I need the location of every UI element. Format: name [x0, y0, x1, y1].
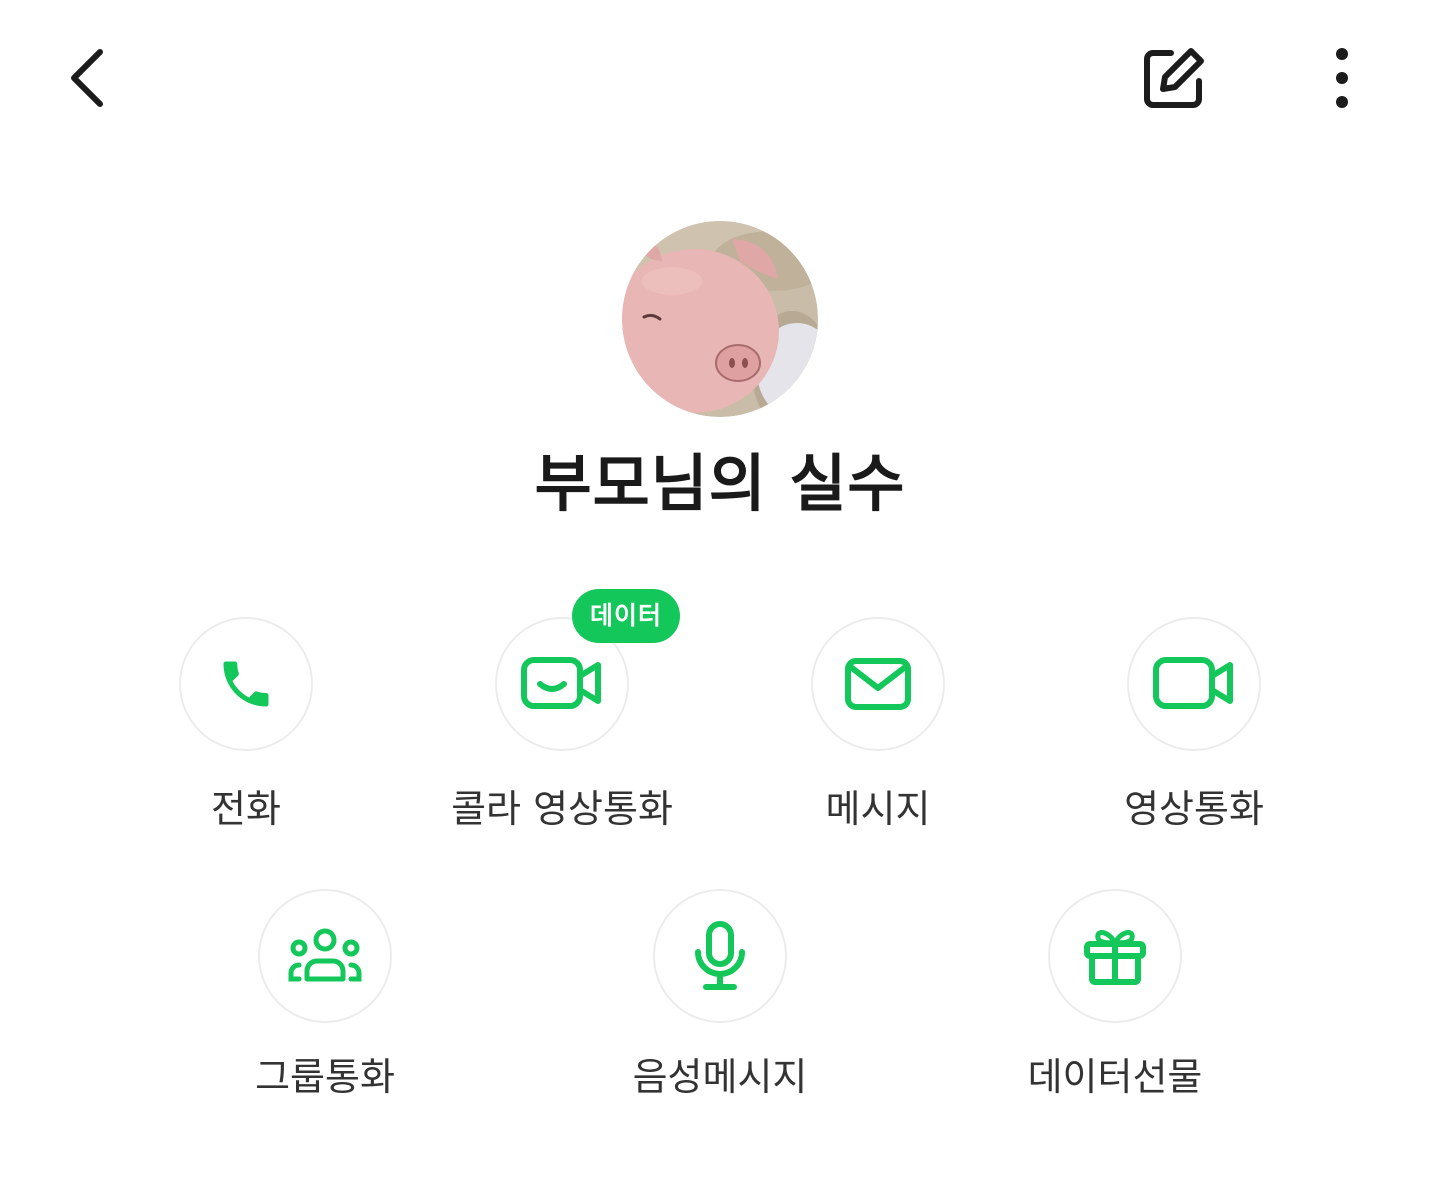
data-gift-button-circle[interactable] — [1048, 889, 1182, 1023]
microphone-icon — [695, 921, 745, 990]
message-button-circle[interactable] — [811, 617, 945, 751]
cola-video-call-action[interactable]: 콜라 영상통화 — [412, 617, 712, 833]
video-camera-icon — [1153, 657, 1233, 709]
more-vertical-icon — [1336, 48, 1348, 108]
video-call-button-circle[interactable] — [1127, 617, 1261, 751]
chevron-left-icon — [71, 49, 103, 107]
call-label: 전화 — [211, 787, 281, 831]
data-badge: 데이터 — [572, 589, 680, 643]
voice-message-label: 음성메시지 — [632, 1055, 808, 1099]
message-label: 메시지 — [825, 787, 931, 831]
group-icon — [288, 928, 362, 982]
data-gift-action[interactable]: 데이터선물 — [965, 889, 1265, 1101]
edit-square-icon — [1144, 48, 1204, 108]
voice-message-action[interactable]: 음성메시지 — [570, 889, 870, 1101]
call-action[interactable]: 전화 — [96, 617, 396, 833]
gift-icon — [1084, 930, 1146, 985]
group-call-button-circle[interactable] — [258, 889, 392, 1023]
message-action[interactable]: 메시지 — [728, 617, 1028, 833]
voice-message-button-circle[interactable] — [653, 889, 787, 1023]
back-button[interactable] — [52, 38, 124, 118]
data-gift-label: 데이터선물 — [1027, 1055, 1203, 1099]
phone-icon — [223, 661, 269, 707]
contact-profile-screen: 부모님의 실수 전화 콜라 영상통화 메시지 영상통화 데이터 그룹통화 음성메… — [0, 0, 1440, 1203]
cola-video-call-label: 콜라 영상통화 — [451, 787, 673, 831]
profile-name: 부모님의 실수 — [534, 447, 906, 520]
pig-cartoon-avatar — [622, 221, 818, 417]
group-call-action[interactable]: 그룹통화 — [175, 889, 475, 1101]
video-call-label: 영상통화 — [1124, 787, 1264, 831]
mail-icon — [845, 658, 911, 710]
smile-video-icon — [521, 657, 601, 709]
profile-avatar[interactable] — [622, 221, 818, 417]
edit-button[interactable] — [1132, 36, 1216, 120]
video-call-action[interactable]: 영상통화 — [1044, 617, 1344, 833]
call-button-circle[interactable] — [179, 617, 313, 751]
more-options-button[interactable] — [1310, 36, 1374, 120]
group-call-label: 그룹통화 — [255, 1055, 395, 1099]
